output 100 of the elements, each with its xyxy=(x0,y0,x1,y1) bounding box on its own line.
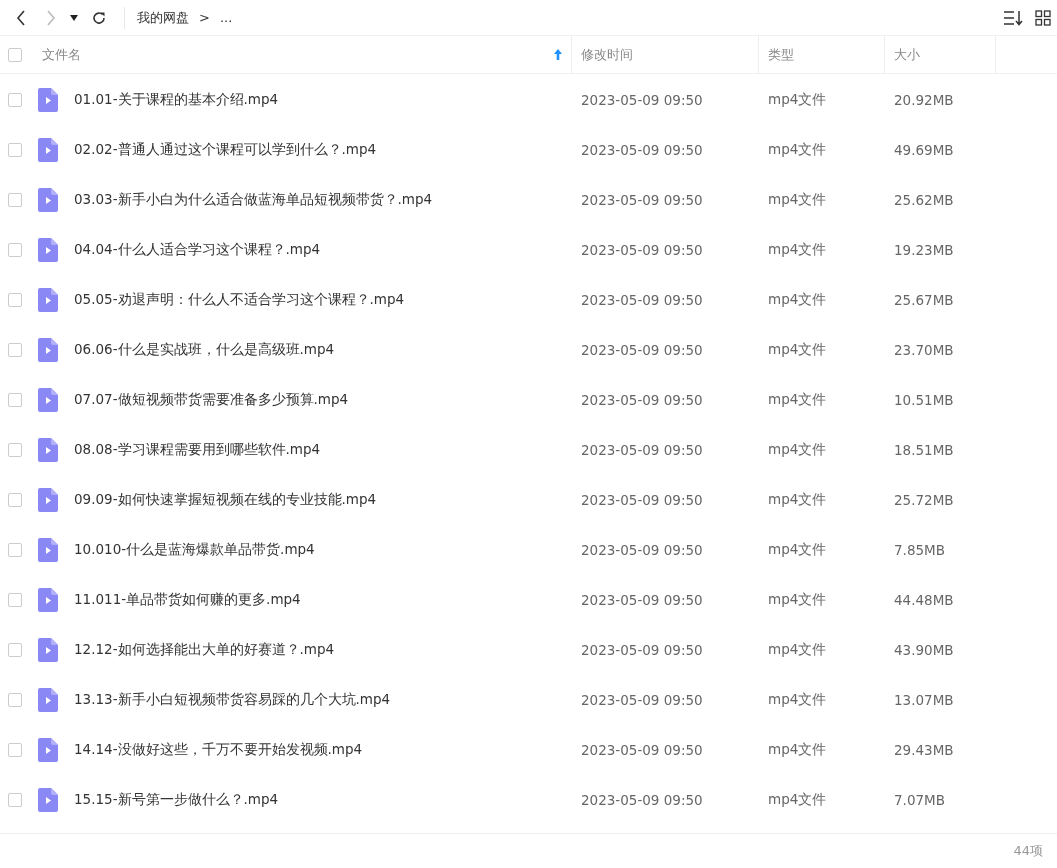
video-file-icon xyxy=(38,288,58,312)
modified-time: 2023-05-09 09:50 xyxy=(580,792,704,808)
file-name[interactable]: 12.12-如何选择能出大单的好赛道？.mp4 xyxy=(74,641,335,659)
modified-time: 2023-05-09 09:50 xyxy=(580,392,704,408)
file-size: 20.92MB xyxy=(893,92,955,108)
file-size: 7.85MB xyxy=(893,542,946,558)
row-checkbox[interactable] xyxy=(8,693,22,707)
file-name[interactable]: 05.05-劝退声明：什么人不适合学习这个课程？.mp4 xyxy=(74,291,405,309)
file-size: 23.70MB xyxy=(893,342,955,358)
file-type: mp4文件 xyxy=(767,641,828,659)
column-header-cell[interactable]: 修改时间 xyxy=(572,36,759,73)
row-checkbox[interactable] xyxy=(8,743,22,757)
column-header: 大小 xyxy=(894,45,920,64)
file-size: 7.07MB xyxy=(893,792,946,808)
row-checkbox[interactable] xyxy=(8,93,22,107)
file-type: mp4文件 xyxy=(767,791,828,809)
file-type: mp4文件 xyxy=(767,591,828,609)
file-type: mp4文件 xyxy=(767,291,828,309)
video-file-icon xyxy=(38,788,58,812)
video-file-icon xyxy=(38,188,58,212)
file-size: 25.67MB xyxy=(893,292,955,308)
file-name[interactable]: 09.09-如何快速掌握短视频在线的专业技能.mp4 xyxy=(74,491,377,509)
video-file-icon xyxy=(38,138,58,162)
file-name[interactable]: 11.011-单品带货如何赚的更多.mp4 xyxy=(74,591,301,609)
row-checkbox[interactable] xyxy=(8,643,22,657)
file-size: 10.51MB xyxy=(893,392,955,408)
file-size: 44.48MB xyxy=(893,592,955,608)
modified-time: 2023-05-09 09:50 xyxy=(580,342,704,358)
modified-time: 2023-05-09 09:50 xyxy=(580,142,704,158)
modified-time: 2023-05-09 09:50 xyxy=(580,242,704,258)
breadcrumb-more[interactable]: ... xyxy=(219,10,233,25)
sort-ascending-icon xyxy=(554,49,562,60)
file-name[interactable]: 13.13-新手小白短视频带货容易踩的几个大坑.mp4 xyxy=(74,691,391,709)
column-header: 类型 xyxy=(768,45,794,64)
item-count: 44项 xyxy=(1013,842,1043,860)
row-checkbox[interactable] xyxy=(8,393,22,407)
video-file-icon xyxy=(38,338,58,362)
file-type: mp4文件 xyxy=(767,741,828,759)
row-checkbox[interactable] xyxy=(8,443,22,457)
row-checkbox[interactable] xyxy=(8,343,22,357)
file-name[interactable]: 08.08-学习课程需要用到哪些软件.mp4 xyxy=(74,441,321,459)
file-name[interactable]: 01.01-关于课程的基本介绍.mp4 xyxy=(74,91,279,109)
file-name[interactable]: 02.02-普通人通过这个课程可以学到什么？.mp4 xyxy=(74,141,377,159)
video-file-icon xyxy=(38,238,58,262)
row-checkbox[interactable] xyxy=(8,243,22,257)
modified-time: 2023-05-09 09:50 xyxy=(580,592,704,608)
file-name[interactable]: 15.15-新号第一步做什么？.mp4 xyxy=(74,791,279,809)
file-type: mp4文件 xyxy=(767,541,828,559)
video-file-icon xyxy=(38,88,58,112)
modified-time: 2023-05-09 09:50 xyxy=(580,692,704,708)
file-size: 25.72MB xyxy=(893,492,955,508)
row-checkbox[interactable] xyxy=(8,143,22,157)
row-checkbox[interactable] xyxy=(8,293,22,307)
column-header: 文件名 xyxy=(42,45,81,64)
row-checkbox[interactable] xyxy=(8,493,22,507)
modified-time: 2023-05-09 09:50 xyxy=(580,542,704,558)
file-name[interactable]: 04.04-什么人适合学习这个课程？.mp4 xyxy=(74,241,321,259)
video-file-icon xyxy=(38,588,58,612)
video-file-icon xyxy=(38,538,58,562)
breadcrumb-separator: > xyxy=(199,10,210,25)
modified-time: 2023-05-09 09:50 xyxy=(580,642,704,658)
file-name[interactable]: 07.07-做短视频带货需要准备多少预算.mp4 xyxy=(74,391,349,409)
file-size: 29.43MB xyxy=(893,742,955,758)
file-name[interactable]: 03.03-新手小白为什么适合做蓝海单品短视频带货？.mp4 xyxy=(74,191,433,209)
video-file-icon xyxy=(38,488,58,512)
modified-time: 2023-05-09 09:50 xyxy=(580,742,704,758)
row-checkbox[interactable] xyxy=(8,543,22,557)
file-type: mp4文件 xyxy=(767,141,828,159)
breadcrumb-link[interactable]: 我的网盘 xyxy=(137,8,189,27)
file-size: 19.23MB xyxy=(893,242,955,258)
column-header-cell[interactable]: 文件名 xyxy=(30,36,572,73)
video-file-icon xyxy=(38,438,58,462)
history-dropdown[interactable] xyxy=(68,12,80,23)
column-header-cell[interactable]: 类型 xyxy=(759,36,885,73)
select-all-checkbox[interactable] xyxy=(8,47,22,62)
video-file-icon xyxy=(38,638,58,662)
file-size: 25.62MB xyxy=(893,192,955,208)
column-header: 修改时间 xyxy=(581,45,633,64)
file-type: mp4文件 xyxy=(767,391,828,409)
modified-time: 2023-05-09 09:50 xyxy=(580,492,704,508)
row-checkbox[interactable] xyxy=(8,593,22,607)
row-checkbox[interactable] xyxy=(8,193,22,207)
file-name[interactable]: 14.14-没做好这些，千万不要开始发视频.mp4 xyxy=(74,741,363,759)
column-header-cell[interactable]: 大小 xyxy=(885,36,996,73)
video-file-icon xyxy=(38,388,58,412)
file-type: mp4文件 xyxy=(767,341,828,359)
file-size: 43.90MB xyxy=(893,642,955,658)
file-type: mp4文件 xyxy=(767,191,828,209)
row-checkbox[interactable] xyxy=(8,793,22,807)
file-name[interactable]: 06.06-什么是实战班，什么是高级班.mp4 xyxy=(74,341,335,359)
grid-view-icon[interactable] xyxy=(1033,7,1053,28)
modified-time: 2023-05-09 09:50 xyxy=(580,192,704,208)
file-size: 18.51MB xyxy=(893,442,955,458)
file-type: mp4文件 xyxy=(767,691,828,709)
file-type: mp4文件 xyxy=(767,91,828,109)
file-type: mp4文件 xyxy=(767,441,828,459)
file-name[interactable]: 10.010-什么是蓝海爆款单品带货.mp4 xyxy=(74,541,315,559)
file-size: 49.69MB xyxy=(893,142,955,158)
file-type: mp4文件 xyxy=(767,491,828,509)
modified-time: 2023-05-09 09:50 xyxy=(580,292,704,308)
